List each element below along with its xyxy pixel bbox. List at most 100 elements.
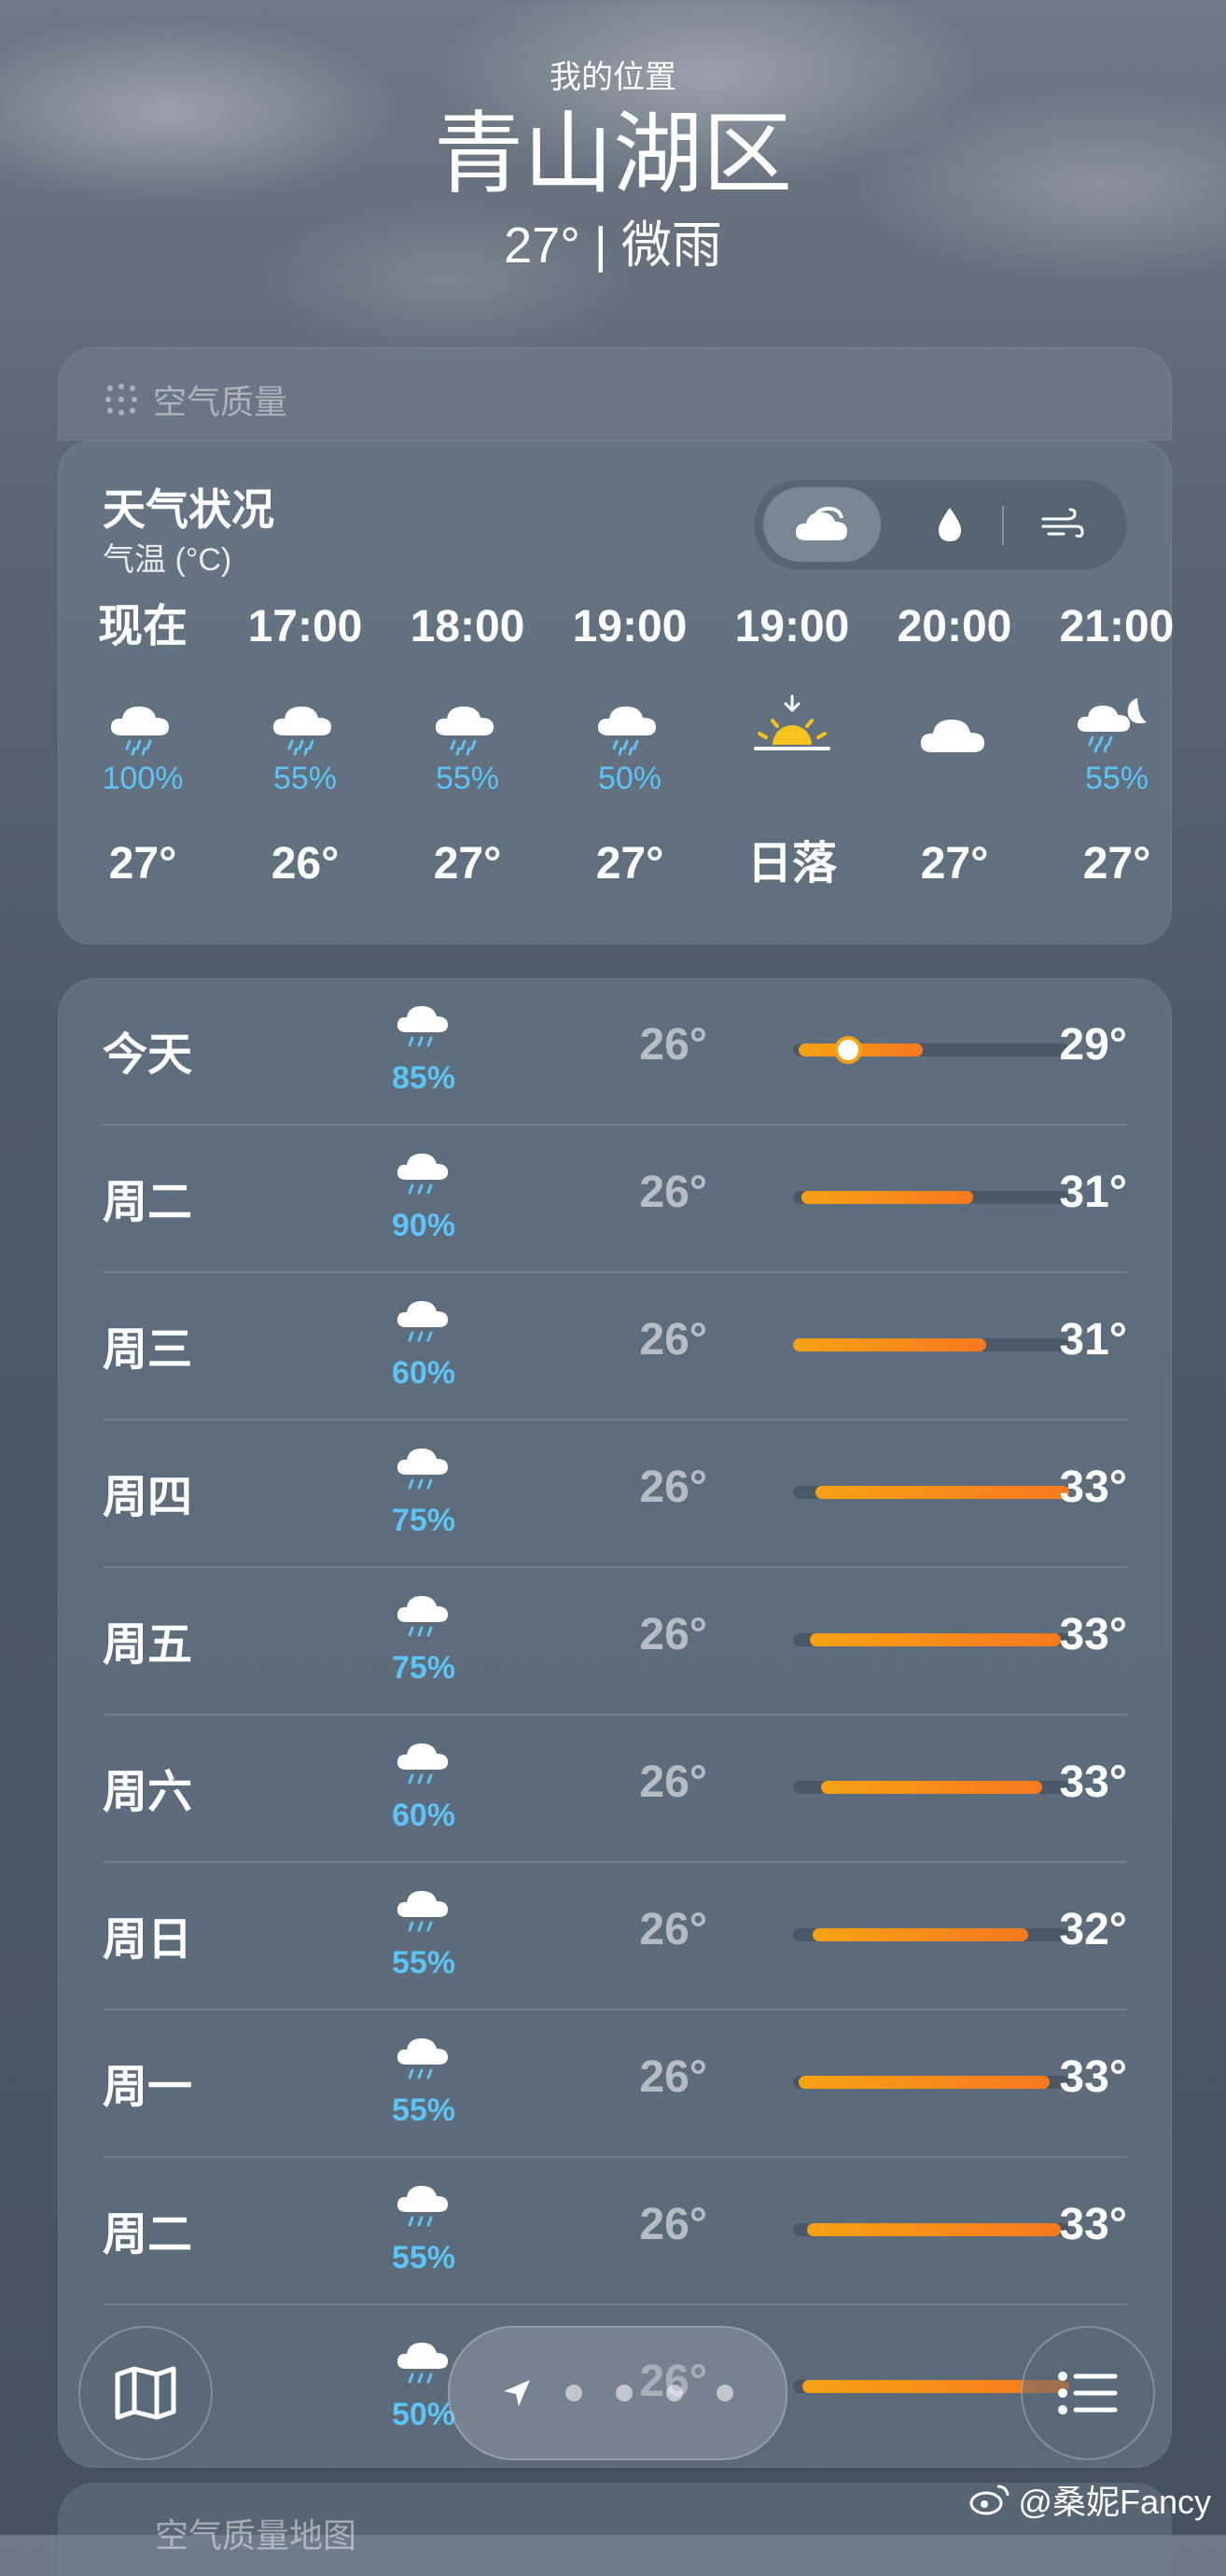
day-low-temp: 26°: [639, 1020, 707, 1070]
temp-range-fill: [799, 1043, 923, 1057]
day-low-temp: 26°: [639, 1757, 707, 1807]
temp-range-bar: [793, 1781, 1069, 1794]
day-low-temp: 26°: [639, 1610, 707, 1659]
list-item[interactable]: 周一 55% 26° 33°: [103, 2010, 1127, 2158]
hourly-title: 天气状况: [103, 485, 274, 534]
ten-day-forecast-card[interactable]: 今天 85% 26° 29° 周二 90% 26° 31° 周三 60% 26° 31° 周四 75% 26…: [58, 978, 1172, 2468]
hour-temp: 日落: [746, 839, 837, 889]
hour-time: 19:00: [572, 602, 688, 651]
day-name: 周二: [103, 2210, 193, 2260]
watermark: @桑妮Fancy: [969, 2475, 1211, 2524]
list-icon: [1058, 2372, 1118, 2415]
day-high-temp: 33°: [1059, 1463, 1127, 1512]
day-name: 周六: [103, 1768, 193, 1817]
day-name: 周五: [103, 1620, 193, 1670]
temp-range-fill: [810, 1633, 1061, 1646]
list-item[interactable]: 周日 55% 26° 32°: [103, 1863, 1127, 2010]
day-low-temp: 26°: [639, 2052, 707, 2102]
day-precipitation: 90%: [391, 1208, 456, 1243]
page-dot[interactable]: [565, 2385, 582, 2401]
air-quality-map-label: 空气质量地图: [155, 2516, 357, 2555]
hour-temp: 27°: [595, 839, 664, 889]
day-precipitation: 55%: [391, 2240, 456, 2275]
cloud-rain-icon: [386, 1441, 461, 1500]
location-list-button[interactable]: [1021, 2326, 1155, 2460]
cloud-icon: [875, 674, 1034, 758]
watermark-text: @桑妮Fancy: [1018, 2483, 1211, 2521]
list-item[interactable]: 周五 75% 26° 33°: [103, 1568, 1127, 1715]
cloud-moon-rain-icon: [1038, 674, 1196, 758]
hour-precipitation: [875, 758, 1034, 799]
location-header: 我的位置 青山湖区 27° | 微雨: [0, 58, 1226, 276]
tab-conditions[interactable]: [763, 487, 881, 562]
hour-temp: 26°: [271, 839, 340, 889]
day-name: 周四: [103, 1473, 193, 1522]
cloud-rain-icon: [63, 674, 222, 758]
hour-precipitation: [713, 758, 871, 799]
hourly-forecast-card[interactable]: 天气状况 气温 (°C) 现在 100% 27° 17:00 55% 26° 1…: [58, 441, 1174, 945]
day-high-temp: 33°: [1059, 2200, 1127, 2249]
hour-column: 17:00 55% 26°: [226, 599, 384, 892]
air-quality-card[interactable]: 空气质量: [58, 347, 1172, 441]
hour-temp: 27°: [108, 839, 177, 889]
location-label: 我的位置: [550, 60, 676, 95]
temp-range-fill: [821, 1781, 1042, 1794]
location-arrow-icon: [504, 2380, 530, 2406]
cloud-rain-icon: [386, 1294, 461, 1352]
list-item[interactable]: 周二 55% 26° 33°: [103, 2158, 1127, 2305]
hour-time: 现在: [97, 602, 188, 651]
hour-column: 18:00 55% 27°: [388, 599, 547, 892]
hour-precipitation: 55%: [272, 761, 338, 796]
temp-range-fill: [813, 1928, 1028, 1941]
page-dot[interactable]: [717, 2385, 733, 2401]
day-precipitation: 55%: [391, 2093, 456, 2128]
day-name: 周二: [103, 1178, 193, 1227]
list-item[interactable]: 周四 75% 26° 33°: [103, 1421, 1127, 1568]
bottom-toolbar: [0, 2305, 1226, 2473]
list-item[interactable]: 周六 60% 26° 33°: [103, 1715, 1127, 1863]
temp-range-bar: [793, 2076, 1069, 2089]
hour-time: 17:00: [247, 602, 363, 651]
hour-column: 19:00 50% 27°: [550, 599, 709, 892]
list-item[interactable]: 今天 85% 26° 29°: [103, 978, 1127, 1126]
cloud-rain-icon: [386, 999, 461, 1057]
hour-temp: 27°: [433, 839, 502, 889]
tab-precipitation[interactable]: [894, 487, 1006, 562]
day-precipitation: 75%: [391, 1650, 456, 1686]
air-quality-icon: [105, 384, 137, 415]
cloud-rain-icon: [386, 1146, 461, 1205]
day-high-temp: 31°: [1059, 1315, 1127, 1365]
page-dot[interactable]: [616, 2385, 633, 2401]
day-precipitation: 75%: [391, 1503, 456, 1538]
day-low-temp: 26°: [639, 1315, 707, 1365]
cloud-rain-icon: [386, 2178, 461, 2237]
hour-column: 现在 100% 27°: [63, 599, 222, 892]
hour-precipitation: 55%: [1084, 761, 1149, 796]
tab-wind[interactable]: [1006, 487, 1118, 562]
location-pager[interactable]: [448, 2326, 787, 2460]
wind-icon: [1041, 508, 1084, 538]
cloud-rain-icon: [550, 674, 709, 758]
day-name: 今天: [103, 1030, 193, 1080]
temp-range-bar: [793, 1633, 1069, 1646]
metric-segmented-control[interactable]: [754, 480, 1127, 569]
raindrop-icon: [938, 508, 962, 541]
day-name: 周三: [103, 1325, 193, 1375]
cloud-icon: [795, 506, 847, 540]
temp-range-bar: [793, 1191, 1069, 1204]
list-item[interactable]: 周三 60% 26° 31°: [103, 1273, 1127, 1421]
temp-range-bar: [793, 1928, 1069, 1941]
day-low-temp: 26°: [639, 2200, 707, 2249]
temp-range-bar: [793, 2223, 1069, 2236]
hour-precipitation: 50%: [597, 761, 662, 796]
hour-column: 21:00 55% 27°: [1038, 599, 1196, 892]
temp-range-fill: [815, 1486, 1069, 1499]
hour-column: 19:00 日落: [713, 599, 871, 892]
page-dot[interactable]: [666, 2385, 683, 2401]
temp-range-bar: [793, 1338, 1069, 1351]
cloud-rain-icon: [388, 674, 547, 758]
map-button[interactable]: [78, 2326, 213, 2460]
day-high-temp: 32°: [1059, 1905, 1127, 1954]
day-name: 周日: [103, 1915, 193, 1965]
list-item[interactable]: 周二 90% 26° 31°: [103, 1126, 1127, 1273]
